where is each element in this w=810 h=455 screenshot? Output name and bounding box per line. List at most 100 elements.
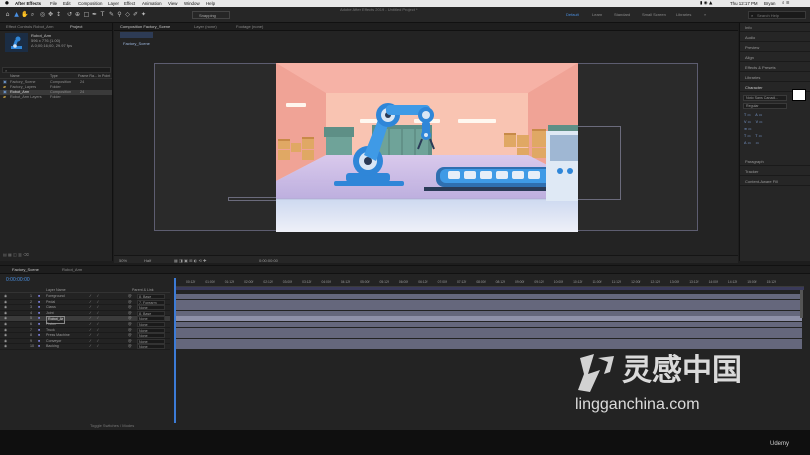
- tab-layer[interactable]: Layer (none): [194, 24, 217, 29]
- parent-dropdown[interactable]: None: [137, 305, 165, 311]
- pen-tool-icon[interactable]: ✒: [91, 11, 98, 18]
- tab-footage[interactable]: Footage (none): [236, 24, 263, 29]
- selection-tool-icon[interactable]: ▲: [13, 11, 20, 18]
- project-row[interactable]: ▰ Robot_Arm Layers Folder: [0, 95, 112, 100]
- apple-icon[interactable]: ●: [5, 1, 9, 6]
- menu-edit[interactable]: Edit: [63, 1, 71, 6]
- layer-duration-bar[interactable]: [175, 333, 802, 339]
- layer-switches-icons[interactable]: ⁄ ⁄: [90, 344, 98, 350]
- tab-factory-scene[interactable]: Factory_Scene: [12, 267, 39, 272]
- layer-duration-bar[interactable]: [175, 316, 802, 322]
- brush-tool-icon[interactable]: ✎: [108, 11, 115, 18]
- track-xy-icon[interactable]: ✥: [47, 11, 54, 18]
- viewer-timecode[interactable]: 0:00:00:00: [259, 258, 278, 263]
- menu-animation[interactable]: Animation: [142, 1, 162, 6]
- layer-duration-bar[interactable]: [175, 344, 802, 350]
- zoom-dropdown[interactable]: 50%: [119, 258, 127, 263]
- panel-align[interactable]: Align: [740, 53, 810, 62]
- rectangle-tool-icon[interactable]: □: [83, 11, 90, 18]
- tab-robot-arm[interactable]: Robot_Arm: [62, 267, 82, 272]
- puppet-tool-icon[interactable]: ✦: [140, 11, 147, 18]
- layer-duration-bar[interactable]: [175, 299, 802, 305]
- rotate-tool-icon[interactable]: ↺: [66, 11, 73, 18]
- layer-label-color-icon[interactable]: ■: [38, 344, 40, 350]
- workspace-libraries[interactable]: Libraries: [676, 12, 691, 17]
- panel-paragraph[interactable]: Paragraph: [740, 157, 810, 166]
- font-family-dropdown[interactable]: Noto Sans Canadi...: [743, 95, 787, 101]
- timeline-timecode[interactable]: 0:00:00:00: [6, 277, 30, 283]
- parent-dropdown[interactable]: 8. Base: [137, 294, 165, 299]
- track-z-icon[interactable]: ↕: [55, 11, 62, 18]
- project-search-input[interactable]: ⌕: [2, 67, 111, 73]
- parent-dropdown[interactable]: 7. Forearm: [137, 299, 165, 305]
- user-name[interactable]: Bryan: [764, 1, 775, 6]
- parent-dropdown[interactable]: 8. Base: [137, 310, 165, 316]
- panel-libraries[interactable]: Libraries: [740, 73, 810, 82]
- tab-composition[interactable]: Composition Factory_Scene: [120, 24, 170, 29]
- work-area-bar[interactable]: [174, 287, 804, 290]
- col-in-point[interactable]: In Point: [98, 74, 110, 79]
- font-style-dropdown[interactable]: Regular: [743, 103, 787, 109]
- layer-duration-bar[interactable]: [175, 310, 802, 316]
- col-type[interactable]: Type: [50, 74, 58, 79]
- layer-duration-bar[interactable]: [175, 322, 802, 327]
- roto-brush-icon[interactable]: ✐: [132, 11, 139, 18]
- menu-view[interactable]: View: [168, 1, 177, 6]
- col-layer-name[interactable]: Layer Name: [46, 288, 66, 293]
- project-footer-icons[interactable]: ▤ ▦ ◫ ▥ ⌫: [3, 252, 63, 258]
- toggle-switches-modes[interactable]: Toggle Switches / Modes: [90, 423, 134, 428]
- parent-dropdown[interactable]: None: [137, 333, 165, 339]
- parent-dropdown[interactable]: None: [137, 327, 165, 333]
- col-name[interactable]: Name: [10, 74, 20, 79]
- panel-tracker[interactable]: Tracker: [740, 167, 810, 176]
- panel-effects-presets[interactable]: Effects & Presets: [740, 63, 810, 72]
- panel-content-aware-fill[interactable]: Content-Aware Fill: [740, 177, 810, 186]
- search-help-input[interactable]: ⌕ Search Help: [748, 11, 806, 19]
- playhead[interactable]: [174, 278, 176, 423]
- tab-project[interactable]: Project: [70, 24, 82, 29]
- anchor-tool-icon[interactable]: ⊕: [74, 11, 81, 18]
- workspace-learn[interactable]: Learn: [592, 12, 602, 17]
- comp-breadcrumb[interactable]: Factory_Scene: [120, 32, 153, 46]
- parent-dropdown[interactable]: None: [137, 316, 165, 322]
- workspace-standard[interactable]: Standard: [614, 12, 630, 17]
- zoom-tool-icon[interactable]: ⌕: [29, 11, 36, 18]
- layer-duration-bar[interactable]: [175, 338, 802, 344]
- workspace-small-screen[interactable]: Small Screen: [642, 12, 666, 17]
- col-parent[interactable]: Parent & Link: [132, 288, 154, 293]
- workspace-menu-icon[interactable]: »: [704, 12, 706, 17]
- layer-name[interactable]: Backing: [46, 344, 59, 350]
- menu-window[interactable]: Window: [184, 1, 200, 6]
- menu-file[interactable]: File: [50, 1, 57, 6]
- viewer-controls-icons[interactable]: ▦ ◨ ▣ ⊞ ◐ ⟲ ✚: [174, 258, 207, 263]
- menu-help[interactable]: Help: [206, 1, 215, 6]
- parent-dropdown[interactable]: None: [137, 338, 165, 344]
- quality-dropdown[interactable]: Half: [144, 258, 151, 263]
- menu-layer[interactable]: Layer: [108, 1, 119, 6]
- parent-dropdown[interactable]: None: [137, 344, 165, 350]
- menu-composition[interactable]: Composition: [78, 1, 102, 6]
- layer-duration-bar[interactable]: [175, 305, 802, 311]
- layer-duration-bar[interactable]: [175, 327, 802, 333]
- panel-info[interactable]: Info: [740, 23, 810, 32]
- eraser-tool-icon[interactable]: ◇: [124, 11, 131, 18]
- pick-whip-icon[interactable]: @: [128, 344, 132, 350]
- parent-dropdown[interactable]: None: [137, 322, 165, 327]
- fill-color-swatch[interactable]: [792, 89, 806, 101]
- spotlight-icon[interactable]: ⌕ ≡: [782, 1, 790, 6]
- app-menu[interactable]: After Effects: [15, 1, 41, 6]
- hand-tool-icon[interactable]: ✋: [21, 11, 28, 18]
- workspace-default[interactable]: Default: [566, 12, 579, 17]
- time-ruler[interactable]: 00:12f 01:00f 01:12f 02:00f 02:12f 03:00f 03:1…: [174, 279, 804, 287]
- panel-audio[interactable]: Audio: [740, 33, 810, 42]
- tab-effect-controls[interactable]: Effect Controls Robot_Arm: [6, 24, 54, 29]
- timeline-scrollbar[interactable]: [800, 290, 803, 318]
- col-frame-rate[interactable]: Frame Ra...: [78, 74, 97, 79]
- composition-canvas[interactable]: [276, 63, 578, 232]
- orbit-tool-icon[interactable]: ◎: [39, 11, 46, 18]
- layer-row[interactable]: ◉ 10 ■ Backing ⁄ ⁄ @ None: [0, 344, 170, 350]
- type-tool-icon[interactable]: T: [99, 11, 106, 18]
- visibility-eye-icon[interactable]: ◉: [4, 344, 7, 350]
- home-icon[interactable]: ⌂: [4, 11, 11, 18]
- panel-preview[interactable]: Preview: [740, 43, 810, 52]
